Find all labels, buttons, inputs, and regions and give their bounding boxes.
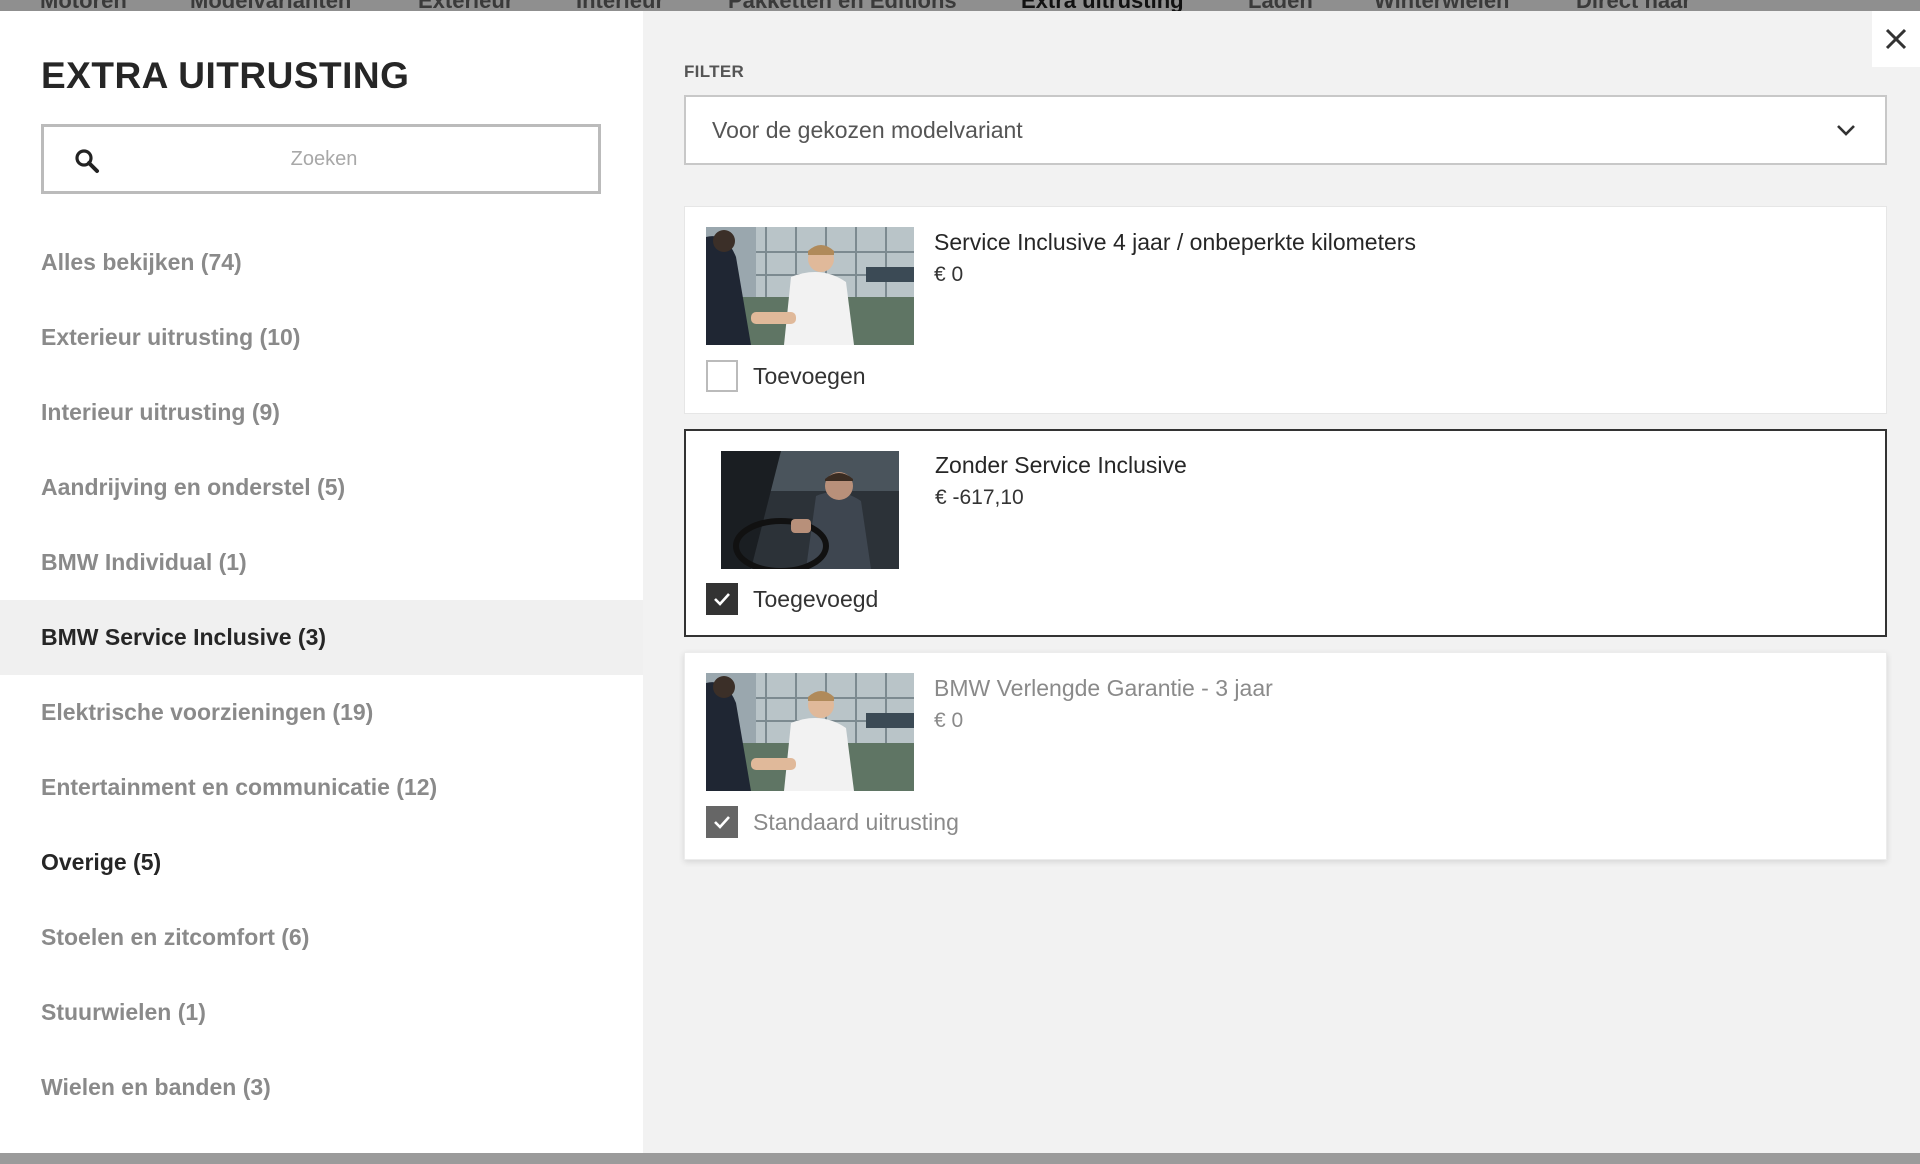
option-card-standard: BMW Verlengde Garantie - 3 jaar € 0 Stan… — [684, 652, 1887, 860]
filter-label: FILTER — [684, 62, 745, 81]
option-price: € -617,10 — [935, 486, 1024, 509]
option-check-label: Toevoegen — [753, 362, 866, 389]
filter-dropdown[interactable]: Voor de gekozen modelvariant — [684, 95, 1887, 165]
top-navigation: Motoren Modelvarianten Exterieur Interie… — [0, 0, 1920, 11]
category-item-elektrische[interactable]: Elektrische voorzieningen (19) — [0, 675, 643, 750]
category-sidebar: EXTRA UITRUSTING Alles bekijken (74) Ext… — [0, 11, 643, 1153]
equipment-modal: EXTRA UITRUSTING Alles bekijken (74) Ext… — [0, 11, 1920, 1153]
option-checkbox[interactable] — [706, 360, 738, 392]
option-title: Zonder Service Inclusive — [935, 452, 1187, 478]
option-price: € 0 — [934, 263, 964, 286]
option-checkbox-disabled — [706, 806, 738, 838]
option-title: Service Inclusive 4 jaar / onbeperkte ki… — [934, 229, 1416, 255]
tab-winterwielen[interactable]: Winterwielen — [1374, 0, 1510, 11]
category-item-stuurwielen[interactable]: Stuurwielen (1) — [0, 975, 643, 1050]
option-check-label: Toegevoegd — [753, 585, 879, 612]
tab-extra-uitrusting[interactable]: Extra uitrusting — [1021, 0, 1184, 11]
category-item-interieur[interactable]: Interieur uitrusting (9) — [0, 375, 643, 450]
add-option-toggle[interactable]: Toevoegen — [706, 360, 866, 392]
standard-option-indicator: Standaard uitrusting — [706, 806, 959, 838]
tab-direct-naar[interactable]: Direct naar — [1576, 0, 1691, 11]
remove-option-toggle[interactable]: Toegevoegd — [706, 583, 878, 615]
category-item-aandrijving[interactable]: Aandrijving en onderstel (5) — [0, 450, 643, 525]
category-item-entertainment[interactable]: Entertainment en communicatie (12) — [0, 750, 643, 825]
category-item-exterieur[interactable]: Exterieur uitrusting (10) — [0, 300, 643, 375]
search-input[interactable] — [124, 127, 524, 191]
sidebar-title: EXTRA UITRUSTING — [41, 55, 410, 96]
checkmark-icon — [714, 816, 730, 829]
option-title: BMW Verlengde Garantie - 3 jaar — [934, 675, 1273, 701]
close-icon — [1885, 28, 1907, 50]
backdrop-strip — [0, 1153, 1920, 1164]
tab-modelvarianten[interactable]: Modelvarianten — [190, 0, 351, 11]
tab-motoren[interactable]: Motoren — [40, 0, 127, 11]
tab-laden[interactable]: Laden — [1248, 0, 1313, 11]
option-check-label: Standaard uitrusting — [753, 808, 959, 835]
option-card[interactable]: Service Inclusive 4 jaar / onbeperkte ki… — [684, 206, 1887, 414]
option-checkbox-checked[interactable] — [706, 583, 738, 615]
checkmark-icon — [714, 593, 730, 606]
filter-selected-value: Voor de gekozen modelvariant — [712, 116, 1023, 143]
tab-exterieur[interactable]: Exterieur — [418, 0, 513, 11]
category-list: Alles bekijken (74) Exterieur uitrusting… — [0, 225, 643, 1125]
category-item-service-inclusive[interactable]: BMW Service Inclusive (3) — [0, 600, 643, 675]
option-card-selected[interactable]: Zonder Service Inclusive € -617,10 Toege… — [684, 429, 1887, 637]
category-item-wielen[interactable]: Wielen en banden (3) — [0, 1050, 643, 1125]
option-price: € 0 — [934, 709, 964, 732]
close-button[interactable] — [1872, 11, 1920, 67]
category-item-alles[interactable]: Alles bekijken (74) — [0, 225, 643, 300]
search-box[interactable] — [41, 124, 601, 194]
search-icon — [75, 149, 99, 173]
driver-in-car-image — [721, 451, 899, 569]
service-handshake-image — [706, 227, 914, 345]
category-item-overige[interactable]: Overige (5) — [0, 825, 643, 900]
category-item-stoelen[interactable]: Stoelen en zitcomfort (6) — [0, 900, 643, 975]
service-handshake-image — [706, 673, 914, 791]
tab-pakketten[interactable]: Pakketten en Editions — [728, 0, 957, 11]
tab-interieur[interactable]: Interieur — [576, 0, 664, 11]
category-item-individual[interactable]: BMW Individual (1) — [0, 525, 643, 600]
chevron-down-icon — [1837, 125, 1855, 136]
options-panel: FILTER Voor de gekozen modelvariant Serv… — [643, 11, 1920, 1153]
